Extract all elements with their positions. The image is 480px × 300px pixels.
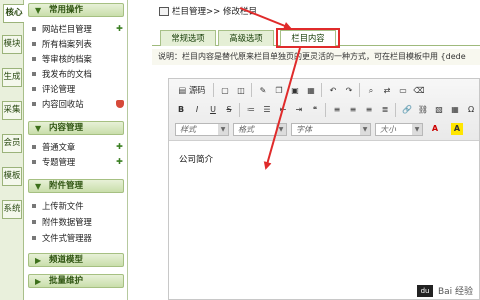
annotation-arrows <box>239 7 301 170</box>
arrow-to-content <box>263 47 301 170</box>
watermark-logo-icon: du <box>417 285 434 297</box>
arrow-to-tab <box>239 7 292 30</box>
watermark: du Bai 经验 <box>414 282 476 298</box>
watermark-text: Bai 经验 <box>437 286 473 297</box>
